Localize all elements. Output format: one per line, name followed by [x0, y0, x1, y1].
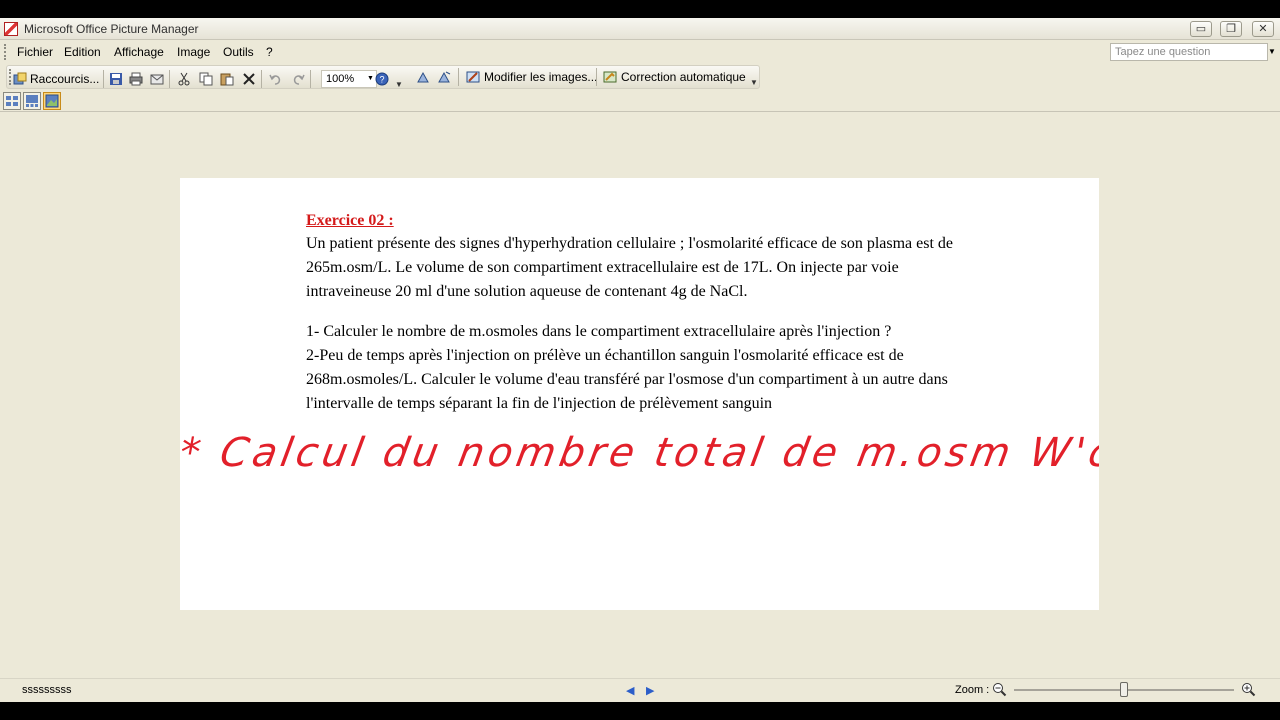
toolbar-separator: [310, 70, 311, 88]
handwritten-annotation: * Calcul du nombre total de m.osm W'c: [180, 430, 1099, 590]
zoom-label: Zoom :: [955, 684, 990, 696]
window-title: Microsoft Office Picture Manager: [24, 22, 199, 36]
restore-icon: ❐: [1226, 23, 1236, 35]
title-bar: Microsoft Office Picture Manager ▭ ❐ ✕: [0, 18, 1280, 40]
delete-icon[interactable]: [242, 72, 256, 86]
menu-grip[interactable]: [4, 44, 7, 60]
menu-outils[interactable]: Outils: [223, 45, 254, 59]
question-2: 2-Peu de temps après l'injection on prél…: [306, 347, 948, 412]
copy-icon[interactable]: [199, 72, 213, 86]
status-filename: sssssssss: [22, 684, 72, 696]
menu-help[interactable]: ?: [266, 45, 273, 59]
restore-button[interactable]: ❐: [1220, 21, 1242, 37]
toolbar-separator: [103, 70, 104, 88]
close-icon: ✕: [1258, 23, 1268, 35]
ask-dropdown-icon[interactable]: ▼: [1268, 47, 1276, 56]
shortcuts-icon: [13, 72, 27, 85]
toolbar-overflow-icon[interactable]: ▼: [750, 78, 758, 87]
question-1: 1- Calculer le nombre de m.osmoles dans …: [306, 323, 892, 340]
help-icon[interactable]: ?: [375, 72, 389, 86]
cut-icon[interactable]: [177, 72, 191, 86]
rotate-left-icon[interactable]: [416, 70, 430, 84]
toolbar-separator: [261, 70, 262, 88]
save-icon[interactable]: [109, 72, 123, 86]
minimize-button[interactable]: ▭: [1190, 21, 1212, 37]
ask-question-input[interactable]: Tapez une question: [1110, 43, 1268, 61]
auto-correct-button[interactable]: Correction automatique: [621, 70, 746, 84]
zoom-in-icon[interactable]: [1241, 682, 1256, 697]
redo-icon[interactable]: [291, 72, 305, 86]
minimize-icon: ▭: [1195, 23, 1207, 35]
svg-text:?: ?: [379, 75, 384, 85]
toolbar-overflow-icon[interactable]: ▼: [395, 80, 403, 89]
rotate-right-icon[interactable]: [437, 70, 451, 84]
zoom-out-icon[interactable]: [992, 682, 1007, 697]
single-picture-view-icon: [45, 94, 59, 108]
next-picture-icon[interactable]: ▶: [646, 684, 654, 697]
exercise-heading: Exercice 02 :: [306, 212, 394, 229]
exercise-text: Exercice 02 : Un patient présente des si…: [306, 210, 986, 416]
print-icon[interactable]: [129, 72, 143, 86]
auto-correct-icon: [603, 71, 617, 83]
menu-fichier[interactable]: Fichier: [17, 45, 53, 59]
thumbnail-view-button[interactable]: [3, 92, 21, 110]
exercise-statement: Un patient présente des signes d'hyperhy…: [306, 235, 954, 300]
standard-toolbar: Raccourcis... 100% ▼ ? ▼ Modifier les im…: [0, 64, 1280, 90]
status-bar: sssssssss ◀ ▶ Zoom :: [0, 678, 1280, 702]
edit-images-button[interactable]: Modifier les images...: [484, 70, 597, 84]
handwritten-text: * Calcul du nombre total de m.osm W'c: [180, 430, 1099, 476]
thumbnail-view-icon: [6, 96, 18, 106]
picture-preview[interactable]: Exercice 02 : Un patient présente des si…: [180, 178, 1099, 610]
app-icon: [4, 22, 18, 36]
email-icon[interactable]: [150, 72, 164, 86]
menu-affichage[interactable]: Affichage: [114, 45, 164, 59]
shortcuts-button[interactable]: Raccourcis...: [30, 72, 99, 86]
toolbar-grip[interactable]: [9, 69, 12, 85]
toolbar-separator: [458, 68, 459, 86]
menu-bar: Fichier Edition Affichage Image Outils ?…: [0, 40, 1280, 64]
view-mode-bar: [0, 90, 1280, 112]
undo-icon[interactable]: [269, 72, 283, 86]
single-picture-view-button[interactable]: [43, 92, 61, 110]
paste-icon[interactable]: [220, 72, 234, 86]
toolbar-separator: [169, 70, 170, 88]
zoom-slider-thumb[interactable]: [1120, 682, 1128, 697]
edit-images-icon: [466, 71, 480, 83]
close-window-button[interactable]: ✕: [1252, 21, 1274, 37]
picture-workspace: Exercice 02 : Un patient présente des si…: [0, 112, 1280, 678]
filmstrip-view-button[interactable]: [23, 92, 41, 110]
previous-picture-icon[interactable]: ◀: [626, 684, 634, 697]
picture-manager-window: Microsoft Office Picture Manager ▭ ❐ ✕ F…: [0, 18, 1280, 702]
menu-image[interactable]: Image: [177, 45, 210, 59]
menu-edition[interactable]: Edition: [64, 45, 101, 59]
filmstrip-view-icon: [26, 95, 38, 107]
toolbar-separator: [596, 68, 597, 86]
zoom-dropdown-icon[interactable]: ▼: [367, 75, 374, 82]
